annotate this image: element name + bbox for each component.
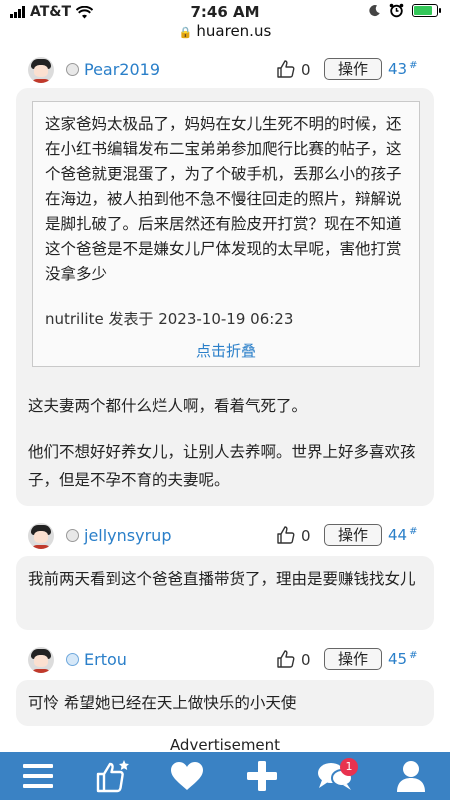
username-link[interactable]: Pear2019 (84, 60, 160, 79)
avatar[interactable] (28, 523, 54, 549)
floor-number-link[interactable]: 44 # (388, 526, 417, 544)
username-link[interactable]: Ertou (84, 650, 127, 669)
floor-number: 45 (388, 650, 408, 668)
nav-recommend[interactable] (88, 752, 138, 800)
nav-favorites[interactable] (162, 752, 212, 800)
collapse-quote-link[interactable]: 点击折叠 (33, 340, 419, 361)
thumbs-up-icon[interactable] (276, 525, 296, 545)
plus-icon (247, 761, 277, 791)
post-header: jellynsyrup 0 操作 44 # (0, 518, 450, 554)
menu-icon (23, 764, 53, 788)
alarm-clock-icon (389, 3, 404, 18)
offline-status-icon (66, 63, 79, 76)
online-status-icon (66, 653, 79, 666)
like-count: 0 (301, 61, 311, 79)
quote-text: 这家爸妈太极品了，妈妈在女儿生死不明的时候，还在小红书编辑发布二宝弟弟参加爬行比… (45, 115, 402, 283)
nav-messages[interactable]: 1 (310, 752, 360, 800)
user-icon (397, 761, 425, 792)
status-bar: AT&T 7:46 AM (0, 0, 450, 24)
post-header: Pear2019 0 操作 43 # (0, 52, 450, 88)
nav-new-post[interactable] (237, 752, 287, 800)
username-link[interactable]: jellynsyrup (84, 526, 171, 545)
thumbs-up-icon[interactable] (276, 59, 296, 79)
floor-number: 44 (388, 526, 408, 544)
do-not-disturb-moon-icon (369, 5, 380, 17)
thumbs-up-icon[interactable] (276, 649, 296, 669)
post-text: 我前两天看到这个爸爸直播带货了，理由是要赚钱找女儿 (28, 570, 416, 588)
operate-button[interactable]: 操作 (324, 648, 382, 670)
bottom-navigation-bar: 1 (0, 752, 450, 800)
post-text: 可怜 希望她已经在天上做快乐的小天使 (28, 694, 297, 712)
battery-icon (412, 4, 441, 17)
nav-profile[interactable] (386, 752, 436, 800)
floor-mark: # (409, 526, 418, 537)
floor-number-link[interactable]: 45 # (388, 650, 417, 668)
like-count: 0 (301, 527, 311, 545)
avatar[interactable] (28, 647, 54, 673)
floor-mark: # (409, 60, 418, 71)
like-count: 0 (301, 651, 311, 669)
post-paragraph: 这夫妻两个都什么烂人啊，看着气死了。 (28, 397, 308, 415)
quoted-post: 这家爸妈太极品了，妈妈在女儿生死不明的时候，还在小红书编辑发布二宝弟弟参加爬行比… (32, 101, 420, 367)
operate-button[interactable]: 操作 (324, 58, 382, 80)
avatar[interactable] (28, 57, 54, 83)
browser-url-bar[interactable]: 🔒 huaren.us (0, 22, 450, 42)
nav-menu[interactable] (13, 752, 63, 800)
floor-number-link[interactable]: 43 # (388, 60, 417, 78)
like-star-icon (96, 760, 129, 793)
heart-icon (171, 762, 203, 790)
lock-icon: 🔒 (178, 26, 193, 39)
floor-number: 43 (388, 60, 408, 78)
floor-mark: # (409, 650, 418, 661)
post-header: Ertou 0 操作 45 # (0, 642, 450, 678)
post-content: 我前两天看到这个爸爸直播带货了，理由是要赚钱找女儿 (16, 556, 434, 630)
quote-meta: nutrilite 发表于 2023-10-19 06:23 (45, 310, 294, 328)
message-count-badge: 1 (340, 758, 358, 776)
operate-button[interactable]: 操作 (324, 524, 382, 546)
url-text: huaren.us (196, 22, 272, 40)
post-content: 可怜 希望她已经在天上做快乐的小天使 (16, 680, 434, 726)
offline-status-icon (66, 529, 79, 542)
post-paragraph: 他们不想好好养女儿，让别人去养啊。世界上好多喜欢孩子，但是不孕不育的夫妻呢。 (28, 443, 416, 489)
